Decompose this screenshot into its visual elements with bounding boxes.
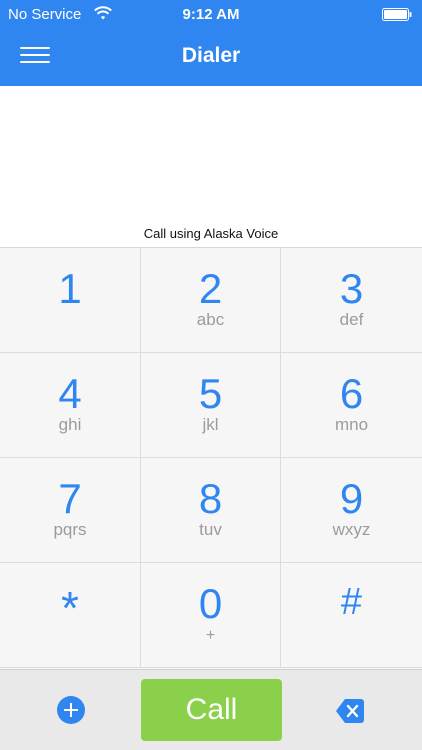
call-button[interactable]: Call [141,679,282,741]
key-2[interactable]: 2 abc [141,248,281,353]
bottom-action-bar: Call [0,669,422,750]
key-9[interactable]: 9 wxyz [281,458,422,563]
add-contact-icon[interactable] [57,696,85,724]
key-5[interactable]: 5 jkl [141,353,281,458]
key-0[interactable]: 0 + [141,563,281,668]
dialed-number-display [0,86,422,222]
key-digit: 5 [198,370,223,417]
key-digit: 8 [198,475,223,522]
key-letters: ghi [58,415,82,434]
key-8[interactable]: 8 tuv [141,458,281,563]
key-star[interactable]: * [0,563,141,668]
key-hash[interactable]: # [281,563,422,668]
key-letters: abc [196,310,225,329]
battery-icon [382,8,412,21]
key-3[interactable]: 3 def [281,248,422,353]
status-time: 9:12 AM [182,6,240,23]
key-letters: jkl [202,415,219,434]
app-header: No Service 9:12 AM Dialer [0,0,422,86]
status-bar: No Service 9:12 AM [0,0,422,30]
key-digit: 0 [198,580,223,627]
key-digit: 2 [198,265,223,312]
key-digit: 6 [339,370,364,417]
call-using-label: Call using Alaska Voice [143,226,279,241]
key-letters: wxyz [332,520,371,539]
key-digit: 1 [58,265,82,312]
key-6[interactable]: 6 mno [281,353,422,458]
key-letters: pqrs [53,520,87,539]
key-digit: * [61,582,79,634]
key-letters: mno [334,415,369,434]
key-4[interactable]: 4 ghi [0,353,141,458]
key-letters: def [339,310,364,329]
key-letters: + [205,627,216,644]
key-digit: 9 [339,475,364,522]
nav-bar: Dialer [0,30,422,86]
key-digit: 3 [339,265,364,312]
key-letters: tuv [199,520,222,539]
key-digit: 4 [58,370,82,417]
dial-keypad: 1 2 abc 3 def 4 ghi 5 jkl 6 mno 7 pqrs 8… [0,247,422,669]
page-title: Dialer [181,44,241,67]
key-digit: # [340,581,363,623]
backspace-icon[interactable] [335,697,365,725]
key-1[interactable]: 1 [0,248,141,353]
key-7[interactable]: 7 pqrs [0,458,141,563]
key-digit: 7 [58,475,82,522]
